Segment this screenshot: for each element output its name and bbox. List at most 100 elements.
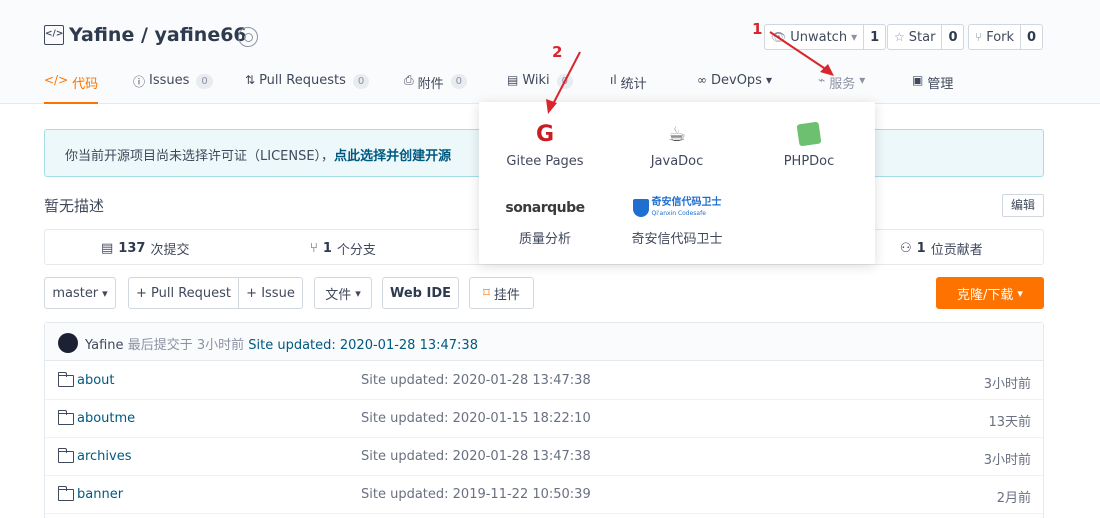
- contributors-stat[interactable]: ⚇ 1 位贡献者: [900, 239, 983, 258]
- commit-meta: 最后提交于 3小时前: [127, 338, 245, 353]
- service-icon: ⌁: [818, 73, 826, 87]
- star-icon: ☆: [894, 30, 905, 44]
- file-commit-message[interactable]: Site updated: 2020-01-28 13:47:38: [361, 373, 591, 388]
- file-list: Yafine 最后提交于 3小时前 Site updated: 2020-01-…: [44, 322, 1044, 518]
- badge-icon[interactable]: [238, 27, 258, 47]
- star-count[interactable]: 0: [941, 25, 963, 49]
- folder-icon: [57, 486, 74, 501]
- file-commit-message[interactable]: Site updated: 2020-01-28 13:47:38: [361, 449, 591, 464]
- service-gitee-pages[interactable]: G Gitee Pages: [479, 120, 611, 170]
- file-name[interactable]: archives: [77, 449, 132, 464]
- edit-description-button[interactable]: 编辑: [1002, 194, 1044, 217]
- branch-icon: ⑂: [310, 241, 318, 256]
- file-name[interactable]: aboutme: [77, 411, 135, 426]
- eye-icon: 👁: [771, 30, 787, 44]
- issue-icon: ⓘ: [133, 75, 146, 89]
- code-icon: </>: [44, 73, 69, 87]
- contributors-icon: ⚇: [900, 241, 912, 256]
- folder-icon: [57, 448, 74, 463]
- tab-issues[interactable]: ⓘ Issues 0: [133, 70, 213, 104]
- attachments-count: 0: [450, 74, 467, 89]
- devops-icon: ∞: [697, 73, 707, 87]
- latest-commit: Yafine 最后提交于 3小时前 Site updated: 2020-01-…: [45, 323, 1043, 361]
- tab-devops[interactable]: ∞ DevOps ▾: [697, 70, 772, 104]
- bookmark-icon: ⌑: [483, 285, 490, 301]
- annotation-label-1: 1: [752, 20, 763, 38]
- attachment-icon: ⎙: [404, 73, 414, 87]
- unwatch-button-group[interactable]: 👁 Unwatch ▾ 1: [764, 24, 887, 50]
- star-button-group[interactable]: ☆ Star 0: [887, 24, 965, 50]
- new-pull-request-button[interactable]: + Pull Request: [128, 277, 239, 309]
- issues-count: 0: [196, 74, 213, 89]
- service-javadoc[interactable]: ☕ JavaDoc: [611, 120, 743, 169]
- file-name[interactable]: banner: [77, 487, 123, 502]
- widget-button[interactable]: ⌑ 挂件: [469, 277, 534, 309]
- chevron-down-icon: ▾: [1017, 286, 1023, 300]
- tab-pull-requests[interactable]: ⇅ Pull Requests 0: [245, 70, 370, 104]
- file-time: 13天前: [988, 415, 1031, 430]
- chevron-down-icon: ▾: [355, 286, 361, 300]
- unwatch-button[interactable]: 👁 Unwatch ▾: [765, 25, 863, 49]
- chevron-down-icon: ▾: [765, 73, 772, 87]
- fork-count[interactable]: 0: [1020, 25, 1042, 49]
- branches-stat[interactable]: ⑂ 1 个分支: [310, 239, 376, 258]
- phpdoc-icon: [796, 121, 822, 147]
- create-license-link[interactable]: 点此选择并创建开源: [334, 149, 451, 164]
- tab-services[interactable]: ⌁ 服务 ▾: [818, 70, 865, 104]
- tab-attachments[interactable]: ⎙ 附件 0: [404, 70, 467, 104]
- gitee-pages-icon: G: [535, 121, 555, 147]
- code-icon: </>: [44, 25, 64, 45]
- javadoc-icon: ☕: [668, 122, 686, 146]
- branch-select[interactable]: master ▾: [44, 277, 116, 309]
- chevron-down-icon: ▾: [102, 286, 108, 300]
- file-time: 3小时前: [983, 377, 1031, 392]
- repo-description: 暂无描述: [44, 197, 105, 215]
- sonarqube-icon: sonarqube: [505, 200, 585, 216]
- repo-title[interactable]: Yafine / yafine66: [69, 24, 247, 46]
- files-menu-button[interactable]: 文件 ▾: [314, 277, 372, 309]
- file-name[interactable]: about: [77, 373, 115, 388]
- chevron-down-icon: ▾: [851, 30, 858, 44]
- avatar[interactable]: [58, 333, 78, 353]
- commit-author[interactable]: Yafine: [85, 338, 124, 353]
- service-phpdoc[interactable]: PHPDoc: [743, 120, 875, 169]
- chart-icon: ıl: [610, 73, 617, 87]
- fork-icon: ⑂: [975, 30, 983, 44]
- wiki-count: 0: [556, 74, 574, 89]
- fork-button[interactable]: ⑂ Fork: [969, 25, 1020, 49]
- commit-message[interactable]: Site updated: 2020-01-28 13:47:38: [248, 338, 478, 353]
- pr-icon: ⇅: [245, 73, 256, 87]
- repo-header: </> Yafine / yafine66 👁 Unwatch ▾ 1 ☆ St…: [0, 0, 1100, 104]
- clone-download-button[interactable]: 克隆/下载 ▾: [936, 277, 1044, 309]
- tab-wiki[interactable]: ▤ Wiki 0: [507, 70, 574, 104]
- file-time: 3小时前: [983, 453, 1031, 468]
- commits-stat[interactable]: ▤ 137 次提交: [101, 239, 189, 258]
- file-commit-message[interactable]: Site updated: 2020-01-15 18:22:10: [361, 411, 591, 426]
- service-qianxin[interactable]: 奇安信代码卫士 Qi'anxin Codesafe 奇安信代码卫士: [611, 194, 743, 247]
- table-row[interactable]: about Site updated: 2020-01-28 13:47:38 …: [45, 362, 1043, 400]
- table-row[interactable]: banner Site updated: 2019-11-22 10:50:39…: [45, 476, 1043, 514]
- file-time: 2月前: [996, 491, 1031, 506]
- table-row[interactable]: aboutme Site updated: 2020-01-15 18:22:1…: [45, 400, 1043, 438]
- service-sonarqube[interactable]: sonarqube 质量分析: [479, 194, 611, 247]
- manage-icon: ▣: [912, 73, 924, 87]
- fork-button-group[interactable]: ⑂ Fork 0: [968, 24, 1044, 50]
- services-dropdown: G Gitee Pages ☕ JavaDoc PHPDoc sonarqube…: [479, 102, 875, 264]
- tab-stats[interactable]: ıl 统计: [610, 70, 647, 104]
- web-ide-button[interactable]: Web IDE: [382, 277, 459, 309]
- chevron-down-icon: ▾: [859, 73, 866, 87]
- pr-count: 0: [352, 74, 370, 89]
- wiki-icon: ▤: [507, 73, 519, 87]
- file-commit-message[interactable]: Site updated: 2019-11-22 10:50:39: [361, 487, 591, 502]
- annotation-label-2: 2: [552, 43, 563, 61]
- tab-manage[interactable]: ▣ 管理: [912, 70, 953, 104]
- table-row[interactable]: archives Site updated: 2020-01-28 13:47:…: [45, 438, 1043, 476]
- tab-code[interactable]: </> 代码: [44, 70, 98, 104]
- new-issue-button[interactable]: + Issue: [238, 277, 303, 309]
- commit-icon: ▤: [101, 241, 114, 256]
- watch-count[interactable]: 1: [863, 25, 885, 49]
- folder-icon: [57, 372, 74, 387]
- star-button[interactable]: ☆ Star: [888, 25, 941, 49]
- folder-icon: [57, 410, 74, 425]
- qianxin-icon: 奇安信代码卫士 Qi'anxin Codesafe: [632, 197, 722, 219]
